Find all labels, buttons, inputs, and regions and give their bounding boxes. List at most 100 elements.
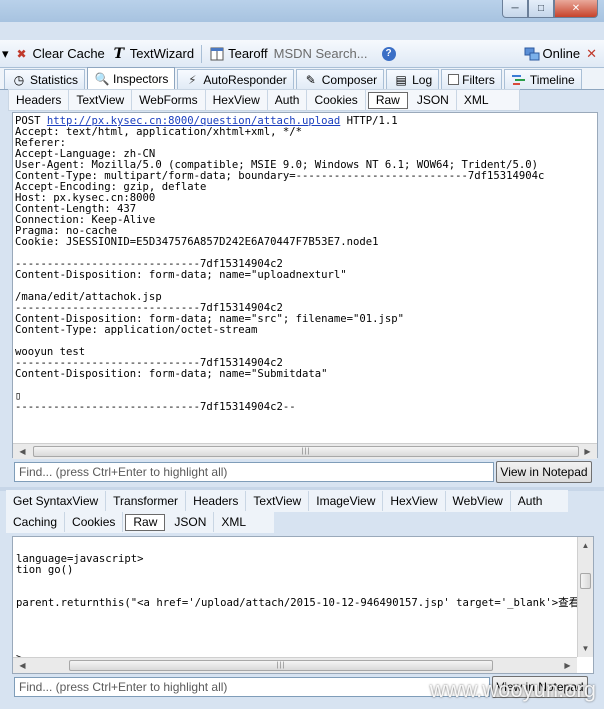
request-line [15,336,597,347]
toolbar: ▾ ✖ Clear Cache T TextWizard Tearoff MSD… [0,40,604,68]
response-line: language=javascript> [16,553,144,565]
resp-tab-raw[interactable]: Raw [125,513,166,531]
filters-checkbox-icon [448,74,460,85]
request-raw-text[interactable]: POST http://px.kysec.cn:8000/question/at… [12,112,598,458]
response-find-input[interactable]: Find... (press Ctrl+Enter to highlight a… [14,677,490,697]
resp-tab-xml[interactable]: XML [214,512,253,532]
tab-label: Composer [321,72,378,87]
request-line: Content-Disposition: form-data; name="Su… [15,368,328,380]
inspectors-icon: 🔍 [94,71,110,86]
tab-filters[interactable]: Filters [441,69,502,89]
tab-label: AutoResponder [203,72,287,87]
tab-timeline[interactable]: Timeline [503,69,582,89]
tab-autoresponder[interactable]: ⚡ AutoResponder [177,69,294,89]
resp-tab-webview[interactable]: WebView [446,491,511,511]
request-body-lines: Accept: text/html, application/xhtml+xml… [15,127,597,413]
resp-tab-headers[interactable]: Headers [186,491,247,511]
request-line: Cookie: JSESSIONID=E5D347576A857D242E6A7… [15,236,379,248]
tearoff-label: Tearoff [228,46,268,61]
lightning-icon: ⚡ [188,72,197,87]
help-button[interactable]: ? [379,43,399,65]
msdn-search-input[interactable]: MSDN Search... [271,44,379,64]
close-button[interactable]: ✕ [554,0,598,18]
resp-tab-auth[interactable]: Auth [511,491,550,511]
dropdown-arrow[interactable]: ▾ [0,43,11,65]
tab-log[interactable]: ▤ Log [386,69,440,89]
text-wizard-button[interactable]: T TextWizard [108,43,197,65]
req-tab-textview[interactable]: TextView [69,90,133,110]
tab-label: Statistics [30,72,79,87]
resp-tab-cookies[interactable]: Cookies [65,512,124,532]
response-inspector-tabs-row1: Get SyntaxView Transformer Headers TextV… [6,490,568,512]
resp-tab-imageview[interactable]: ImageView [309,491,384,511]
clear-cache-icon: ✖ [16,46,27,61]
response-line [16,609,593,620]
clear-cache-button[interactable]: ✖ Clear Cache [11,43,108,65]
online-label: Online [542,46,581,61]
response-raw-text[interactable]: language=javascript> tion go() parent.retu… [12,536,594,674]
response-line [16,576,593,587]
toolbar-separator [201,44,203,63]
scroll-left-arrow[interactable]: ◀ [15,444,30,459]
scroll-down-arrow[interactable]: ▼ [578,641,593,656]
scrollbar-thumb[interactable]: ||| [69,660,493,671]
resp-tab-syntaxview[interactable]: Get SyntaxView [6,491,107,511]
tab-inspectors[interactable]: 🔍 Inspectors [87,67,176,89]
request-horizontal-scrollbar[interactable]: ◀ ||| ▶ [13,443,597,459]
req-tab-cookies[interactable]: Cookies [307,90,366,110]
scrollbar-thumb[interactable] [580,573,591,589]
scroll-right-arrow[interactable]: ▶ [580,444,595,459]
clear-cache-label: Clear Cache [32,46,105,61]
resp-tab-hexview[interactable]: HexView [383,491,446,511]
tearoff-button[interactable]: Tearoff [206,43,271,65]
response-horizontal-scrollbar[interactable]: ◀ ||| ▶ [13,657,577,673]
tab-statistics[interactable]: ◷ Statistics [4,69,86,89]
request-find-input[interactable]: Find... (press Ctrl+Enter to highlight a… [14,462,494,482]
scrollbar-thumb[interactable]: ||| [33,446,579,457]
scroll-up-arrow[interactable]: ▲ [578,538,593,553]
watermark-text: www.wooyun.org [429,677,596,702]
req-tab-raw[interactable]: Raw [367,91,408,109]
tab-label: Filters [462,72,495,87]
scroll-left-arrow[interactable]: ◀ [15,658,30,673]
req-tab-hexview[interactable]: HexView [206,90,268,110]
response-vertical-scrollbar[interactable]: ▲ ▼ [577,537,593,657]
tearoff-icon [209,46,225,62]
statistics-icon: ◷ [13,72,25,87]
request-line: Accept: text/html, application/xhtml+xml… [15,126,303,138]
online-indicator[interactable]: Online [521,43,584,65]
text-wizard-label: TextWizard [129,46,195,61]
help-icon: ? [381,46,396,61]
resp-tab-caching[interactable]: Caching [6,512,66,532]
req-tab-auth[interactable]: Auth [268,90,308,110]
req-tab-json[interactable]: JSON [410,90,457,110]
req-tab-webforms[interactable]: WebForms [132,90,206,110]
response-line: parent.returnthis("<a href='/upload/atta… [16,597,594,609]
log-icon: ▤ [395,72,407,87]
request-line: Content-Disposition: form-data; name="up… [15,269,347,281]
response-line [16,620,593,631]
response-line [16,631,593,642]
tab-label: Inspectors [113,71,169,86]
minimize-button[interactable]: ─ [502,0,528,18]
req-tab-xml[interactable]: XML [457,90,496,110]
resp-tab-transformer[interactable]: Transformer [106,491,187,511]
toolbar-close-button[interactable]: ✕ [583,43,600,65]
tab-label: Log [412,72,433,87]
request-view-notepad-button[interactable]: View in Notepad [496,461,592,483]
response-body-lines: language=javascript> tion go() parent.retu… [16,543,593,664]
window-controls: ─ □ ✕ [502,0,598,18]
tab-composer[interactable]: ✎ Composer [295,69,385,89]
response-line: tion go() [16,564,74,576]
composer-icon: ✎ [305,72,316,87]
req-tab-headers[interactable]: Headers [9,90,70,110]
resp-tab-json[interactable]: JSON [167,512,215,532]
main-tab-strip: ◷ Statistics 🔍 Inspectors ⚡ AutoResponde… [0,67,604,90]
request-protocol: HTTP/1.1 [340,115,398,127]
request-line: -----------------------------7df15314904… [15,401,296,413]
resp-tab-textview[interactable]: TextView [246,491,310,511]
tab-label: Timeline [529,72,575,87]
request-line: Content-Type: application/octet-stream [15,324,258,336]
scroll-right-arrow[interactable]: ▶ [560,658,575,673]
maximize-button[interactable]: □ [528,0,554,18]
